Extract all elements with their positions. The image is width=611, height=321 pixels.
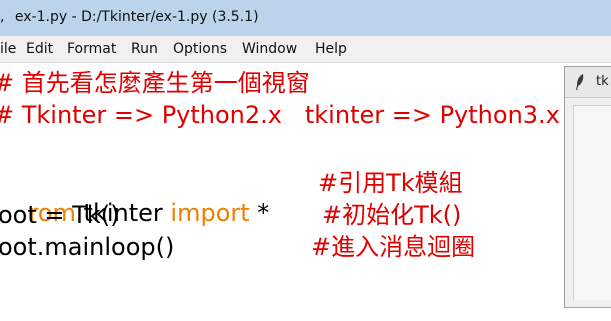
keyword-import: import bbox=[170, 199, 250, 227]
code-line-6: oot.mainloop() bbox=[0, 233, 175, 261]
import-star: * bbox=[249, 199, 270, 227]
menu-options[interactable]: Options bbox=[173, 41, 227, 57]
menu-bar: ile Edit Format Run Options Window Help bbox=[0, 36, 611, 63]
menu-format[interactable]: Format bbox=[67, 41, 116, 57]
window-title: , ex-1.py - D:/Tkinter/ex-1.py (3.5.1) bbox=[0, 9, 259, 25]
title-bar: , ex-1.py - D:/Tkinter/ex-1.py (3.5.1) bbox=[0, 0, 611, 36]
menu-file[interactable]: ile bbox=[0, 41, 16, 57]
code-line-1: # 首先看怎麼產生第一個視窗 bbox=[0, 69, 310, 97]
feather-icon bbox=[576, 74, 584, 90]
comment-import: #引用Tk模組 bbox=[318, 169, 463, 197]
tk-window-body bbox=[573, 105, 611, 300]
tk-window-titlebar[interactable]: tk bbox=[565, 67, 611, 98]
menu-window[interactable]: Window bbox=[242, 41, 297, 57]
tk-window[interactable]: tk bbox=[564, 66, 611, 308]
menu-help[interactable]: Help bbox=[315, 41, 347, 57]
title-text: ex-1.py - D:/Tkinter/ex-1.py (3.5.1) bbox=[14, 9, 259, 25]
menu-edit[interactable]: Edit bbox=[26, 41, 53, 57]
title-prefix: , bbox=[0, 9, 5, 25]
code-line-2: # Tkinter => Python2.x tkinter => Python… bbox=[0, 101, 560, 129]
code-editor[interactable]: # 首先看怎麼產生第一個視窗 # Tkinter => Python2.x tk… bbox=[0, 63, 560, 321]
tk-window-title: tk bbox=[596, 74, 609, 89]
menu-run[interactable]: Run bbox=[131, 41, 158, 57]
comment-mainloop: #進入消息迴圈 bbox=[311, 233, 476, 261]
code-line-5: oot = Tk() bbox=[0, 201, 120, 229]
comment-init: #初始化Tk() bbox=[322, 201, 462, 229]
